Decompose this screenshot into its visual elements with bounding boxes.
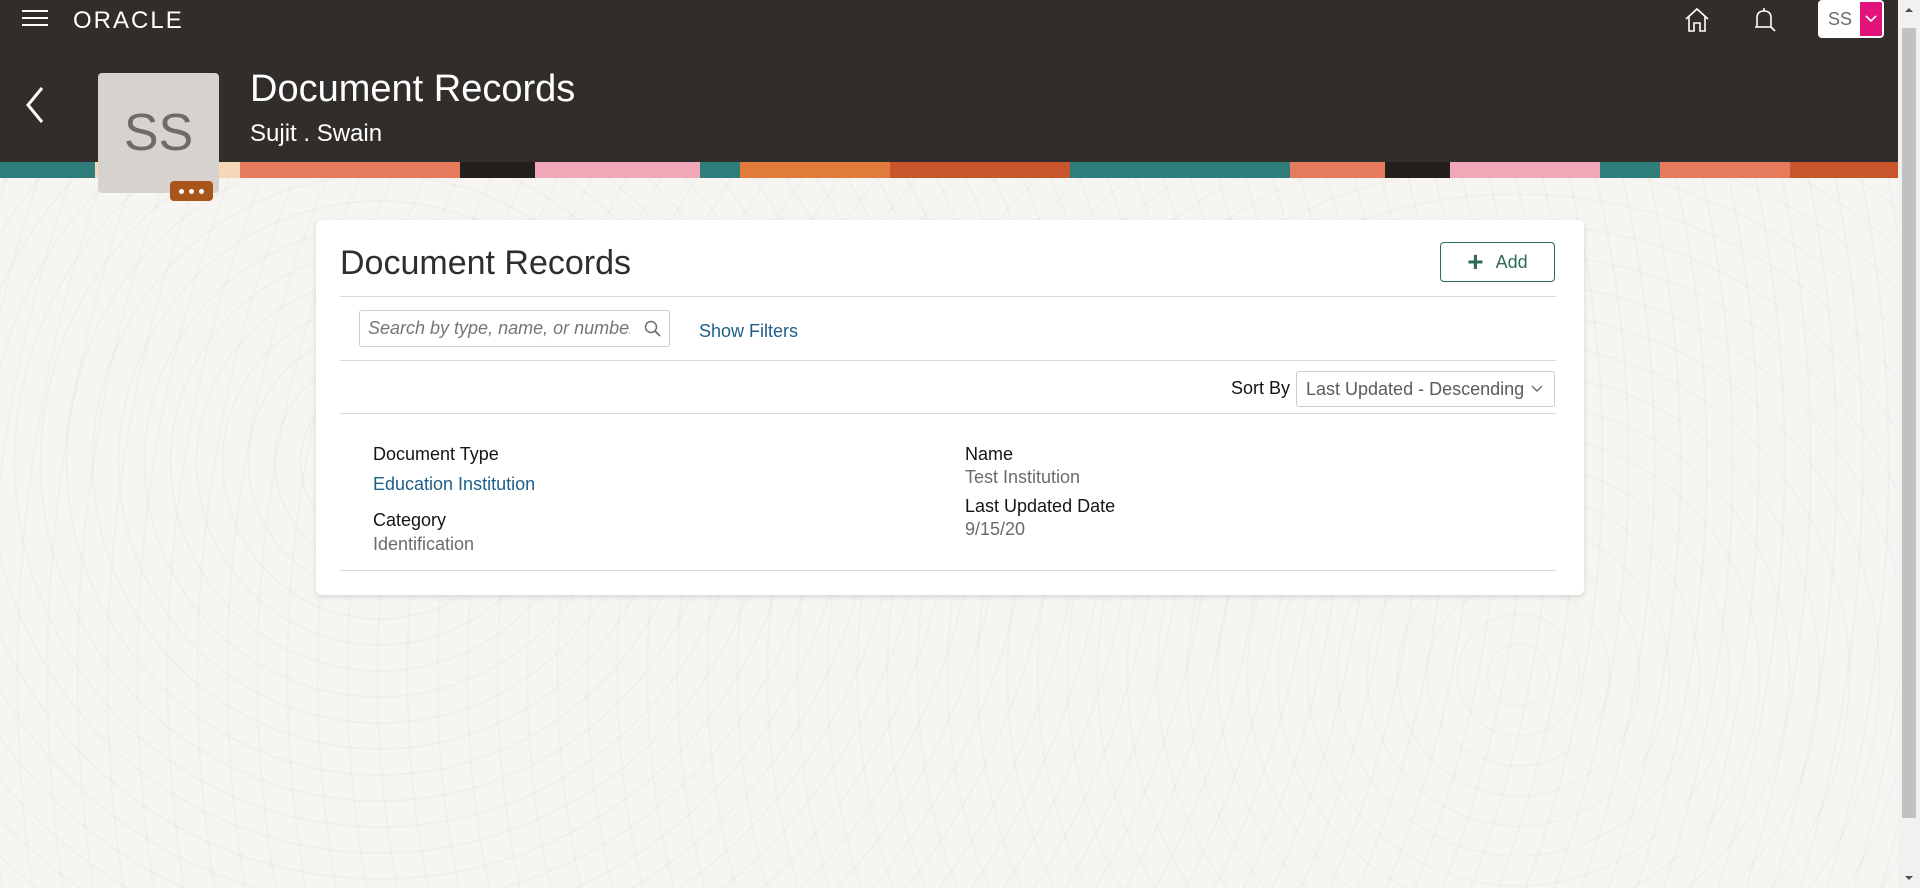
sort-by-value: Last Updated - Descending — [1306, 378, 1525, 399]
search-box — [359, 310, 670, 347]
user-initials: SS — [1820, 2, 1860, 36]
sort-by-label: Sort By — [1231, 378, 1291, 398]
search-icon[interactable] — [643, 319, 663, 339]
search-input[interactable] — [360, 311, 630, 346]
decorative-banner — [0, 162, 1898, 178]
add-button[interactable]: + Add — [1440, 242, 1555, 282]
home-icon[interactable] — [1682, 5, 1712, 35]
document-type-link[interactable]: Education Institution — [373, 474, 535, 495]
user-menu-button[interactable]: SS — [1818, 0, 1884, 38]
scroll-down-arrow-icon[interactable] — [1903, 872, 1915, 884]
last-updated-label: Last Updated Date — [965, 496, 1116, 516]
person-avatar: SS — [98, 73, 219, 193]
back-arrow-icon[interactable] — [20, 82, 50, 128]
divider — [340, 360, 1556, 361]
chevron-down-icon — [1860, 2, 1882, 36]
divider — [340, 413, 1556, 414]
notifications-bell-icon[interactable] — [1749, 5, 1779, 35]
add-button-label: Add — [1495, 251, 1528, 272]
show-filters-link[interactable]: Show Filters — [699, 321, 798, 342]
document-type-label: Document Type — [373, 444, 499, 464]
plus-icon: + — [1467, 246, 1484, 277]
category-value: Identification — [373, 534, 475, 554]
sort-by-select[interactable]: Last Updated - Descending — [1296, 371, 1555, 407]
vertical-scrollbar[interactable] — [1898, 0, 1920, 888]
category-label: Category — [373, 510, 447, 530]
hamburger-menu-icon[interactable] — [22, 10, 48, 28]
last-updated-value: 9/15/20 — [965, 519, 1026, 539]
scroll-up-arrow-icon[interactable] — [1903, 4, 1915, 16]
document-record-row[interactable]: Document Type Education Institution Cate… — [316, 430, 1584, 580]
name-label: Name — [965, 444, 1014, 464]
chevron-down-icon — [1531, 385, 1543, 392]
person-name: Sujit . Swain — [250, 120, 383, 147]
scrollbar-thumb[interactable] — [1902, 28, 1916, 818]
divider — [340, 296, 1556, 297]
divider — [340, 570, 1556, 571]
name-value: Test Institution — [965, 467, 1081, 487]
page-title: Document Records — [250, 68, 576, 110]
oracle-logo: ORACLE — [73, 7, 184, 34]
more-actions-button[interactable] — [170, 181, 213, 201]
top-header: ORACLE SS Document Records Sujit . Swain — [0, 0, 1898, 162]
document-records-card: Document Records + Add Show Filters Sort… — [316, 220, 1584, 595]
card-title: Document Records — [340, 244, 632, 282]
